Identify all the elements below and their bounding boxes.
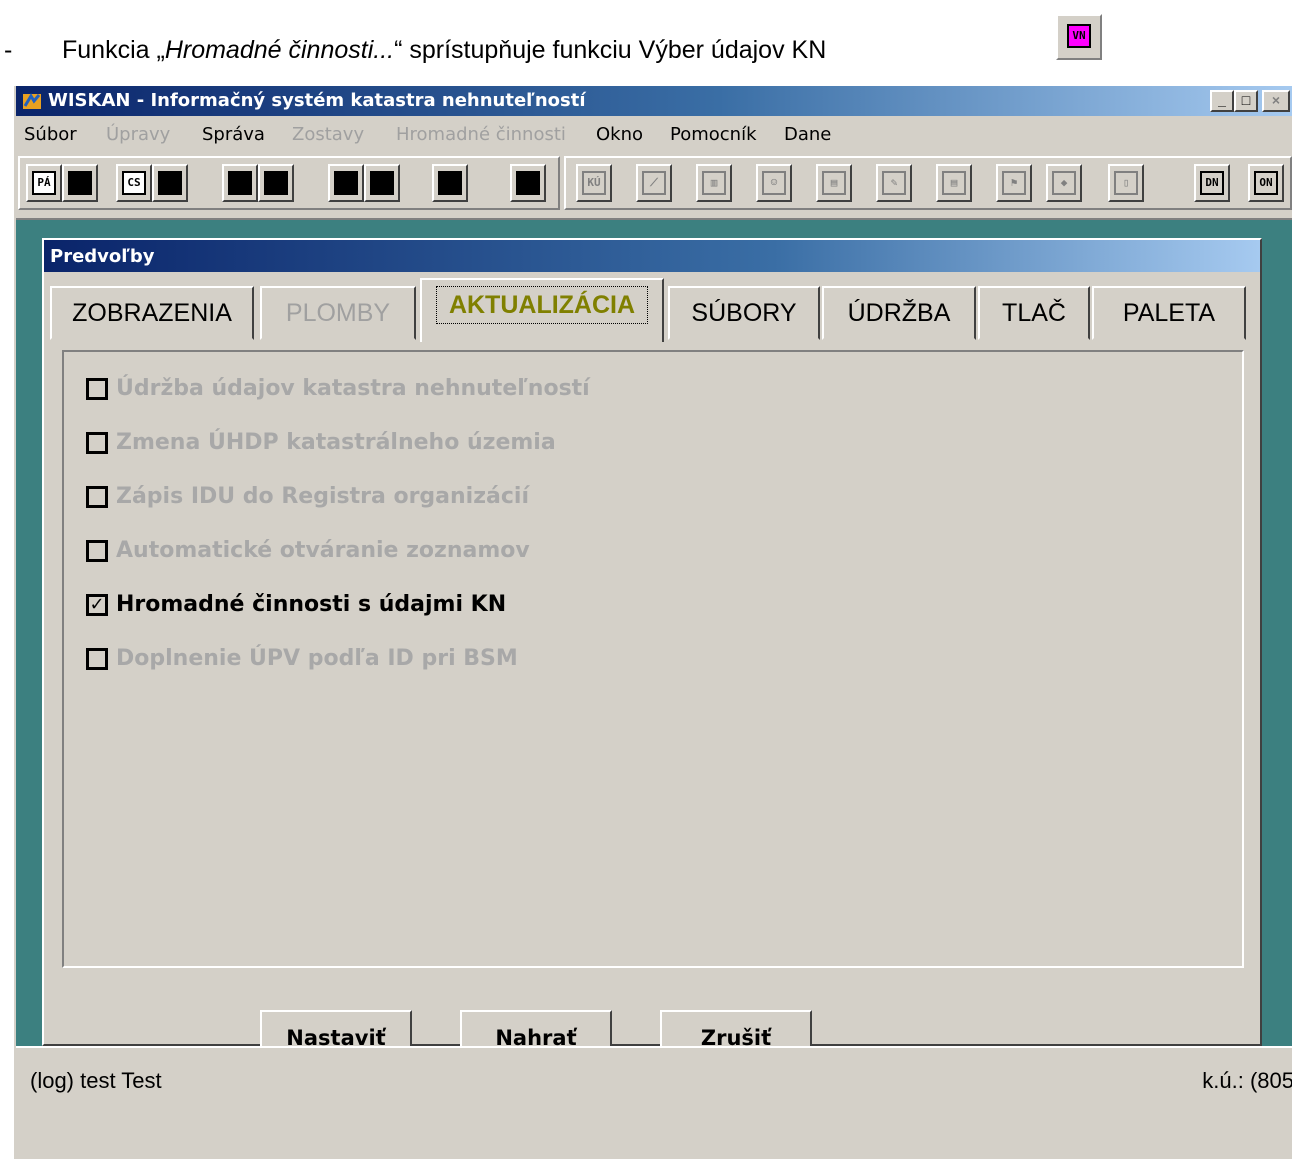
toolbar-cs-button[interactable]: CS [116, 164, 152, 202]
aktualizacia-panel: Údržba údajov katastra nehnuteľností Zme… [62, 350, 1244, 968]
toolbar-exit-button[interactable]: ▯ [1108, 164, 1144, 202]
tab-aktualizacia[interactable]: AKTUALIZÁCIA [420, 278, 664, 342]
toolbar-flag-button[interactable]: ⚑ [996, 164, 1032, 202]
pin-icon: ⟋ [642, 171, 666, 195]
book-icon: ▤ [822, 171, 846, 195]
smiley-icon: ☺ [762, 171, 786, 195]
trash-icon: ▥ [702, 171, 726, 195]
tab-subory[interactable]: SÚBORY [668, 286, 820, 340]
vn-toolbar-icon: VN [1056, 14, 1102, 60]
window-title: WISKAN - Informačný systém katastra nehn… [48, 90, 586, 111]
toolbar-dn-button[interactable]: DN [1194, 164, 1230, 202]
checkbox-unchecked[interactable] [86, 540, 108, 562]
document-icon [228, 171, 252, 195]
toolbar-book-button-1[interactable]: ▤ [816, 164, 852, 202]
pa-icon: PÁ [32, 171, 56, 195]
toolbar-pin-button[interactable]: ⟋ [636, 164, 672, 202]
menu-sprava[interactable]: Správa [202, 124, 265, 145]
option-label: Hromadné činnosti s údajmi KN [116, 592, 507, 617]
toolbar-smiley-button[interactable]: ☺ [756, 164, 792, 202]
menu-hromadne-cinnosti[interactable]: Hromadné činnosti [396, 124, 566, 145]
preferences-dialog: Predvoľby ZOBRAZENIA PLOMBY AKTUALIZÁCIA… [42, 238, 1262, 1068]
client-border [16, 218, 1292, 220]
cs-icon: CS [122, 171, 146, 195]
toolbar-ku-button[interactable]: KÚ [576, 164, 612, 202]
tab-zobrazenia[interactable]: ZOBRAZENIA [50, 286, 254, 340]
dn-icon: DN [1200, 171, 1224, 195]
checkbox-unchecked[interactable] [86, 648, 108, 670]
caption-suffix: “ sprístupňuje funkciu Výber údajov KN [394, 36, 827, 64]
checkbox-checked[interactable]: ✓ [86, 594, 108, 616]
tab-paleta[interactable]: PALETA [1092, 286, 1246, 340]
toolbar-on-button[interactable]: ON [1248, 164, 1284, 202]
toolbar-doc-button-4[interactable] [258, 164, 294, 202]
document-icon [516, 171, 540, 195]
document-icon [334, 171, 358, 195]
option-label: Automatické otváranie zoznamov [116, 538, 530, 563]
tab-aktualizacia-label: AKTUALIZÁCIA [435, 286, 649, 324]
menu-bar: Súbor Úpravy Správa Zostavy Hromadné čin… [16, 116, 1292, 150]
option-label: Údržba údajov katastra nehnuteľností [116, 376, 590, 401]
maximize-button[interactable]: □ [1234, 90, 1258, 112]
menu-subor[interactable]: Súbor [24, 124, 77, 145]
toolbar-doc-button-5[interactable] [328, 164, 364, 202]
toolbar-doc-button-1[interactable] [62, 164, 98, 202]
toolbar-doc-button-8[interactable] [510, 164, 546, 202]
toolbar-doc-button-6[interactable] [364, 164, 400, 202]
caption-dash: - [4, 36, 13, 64]
document-icon [158, 171, 182, 195]
toolbar-trash-button[interactable]: ▥ [696, 164, 732, 202]
option-label: Doplnenie ÚPV podľa ID pri BSM [116, 646, 518, 671]
caption-italic: Hromadné činnosti... [164, 36, 395, 64]
option-label: Zápis IDU do Registra organizácií [116, 484, 529, 509]
toolbar-group-right [564, 156, 1292, 210]
toolbar-diamond-button[interactable]: ◆ [1046, 164, 1082, 202]
ku-icon: KÚ [582, 171, 606, 195]
toolbar-doc-button-3[interactable] [222, 164, 258, 202]
dialog-titlebar[interactable]: Predvoľby [44, 240, 1260, 272]
menu-pomocnik[interactable]: Pomocník [670, 124, 757, 145]
status-user: (log) test Test [30, 1068, 162, 1093]
flag-icon: ⚑ [1002, 171, 1026, 195]
tab-strip: ZOBRAZENIA PLOMBY AKTUALIZÁCIA SÚBORY ÚD… [50, 278, 1250, 342]
diamond-icon: ◆ [1052, 171, 1076, 195]
document-icon [68, 171, 92, 195]
menu-okno[interactable]: Okno [596, 124, 643, 145]
book-icon: ▤ [942, 171, 966, 195]
menu-zostavy[interactable]: Zostavy [292, 124, 364, 145]
app-icon [23, 93, 41, 109]
document-icon [370, 171, 394, 195]
tab-tlac[interactable]: TLAČ [978, 286, 1090, 340]
option-label: Zmena ÚHDP katastrálneho územia [116, 430, 556, 455]
menu-upravy[interactable]: Úpravy [106, 124, 170, 145]
document-icon [438, 171, 462, 195]
checkbox-unchecked[interactable] [86, 432, 108, 454]
tab-plomby[interactable]: PLOMBY [260, 286, 416, 340]
status-bar: (log) test Test k.ú.: (805 [16, 1046, 1292, 1106]
toolbar: PÁ CS KÚ ⟋ ▥ ☺ ▤ ✎ ▤ ⚑ ◆ ▯ DN ON [16, 150, 1292, 218]
checkbox-unchecked[interactable] [86, 486, 108, 508]
vn-icon-face: VN [1067, 24, 1091, 48]
exit-door-icon: ▯ [1114, 171, 1138, 195]
document-icon [264, 171, 288, 195]
window-titlebar[interactable]: WISKAN - Informačný systém katastra nehn… [16, 86, 1292, 116]
app-window: WISKAN - Informačný systém katastra nehn… [14, 86, 1292, 1159]
caption-text: Funkcia „Hromadné činnosti...“ sprístupň… [62, 36, 826, 65]
toolbar-pa-button[interactable]: PÁ [26, 164, 62, 202]
toolbar-doc-button-7[interactable] [432, 164, 468, 202]
tab-udrzba[interactable]: ÚDRŽBA [822, 286, 976, 340]
close-button[interactable]: × [1262, 90, 1290, 112]
menu-dane[interactable]: Dane [784, 124, 831, 145]
status-ku: k.ú.: (805 [1202, 1068, 1292, 1093]
checkbox-unchecked[interactable] [86, 378, 108, 400]
edit-icon: ✎ [882, 171, 906, 195]
dialog-title: Predvoľby [50, 246, 155, 267]
caption-prefix: Funkcia „ [62, 36, 165, 64]
on-icon: ON [1254, 171, 1278, 195]
toolbar-book-button-2[interactable]: ▤ [936, 164, 972, 202]
minimize-button[interactable]: _ [1210, 90, 1234, 112]
toolbar-doc-button-2[interactable] [152, 164, 188, 202]
toolbar-edit-button[interactable]: ✎ [876, 164, 912, 202]
